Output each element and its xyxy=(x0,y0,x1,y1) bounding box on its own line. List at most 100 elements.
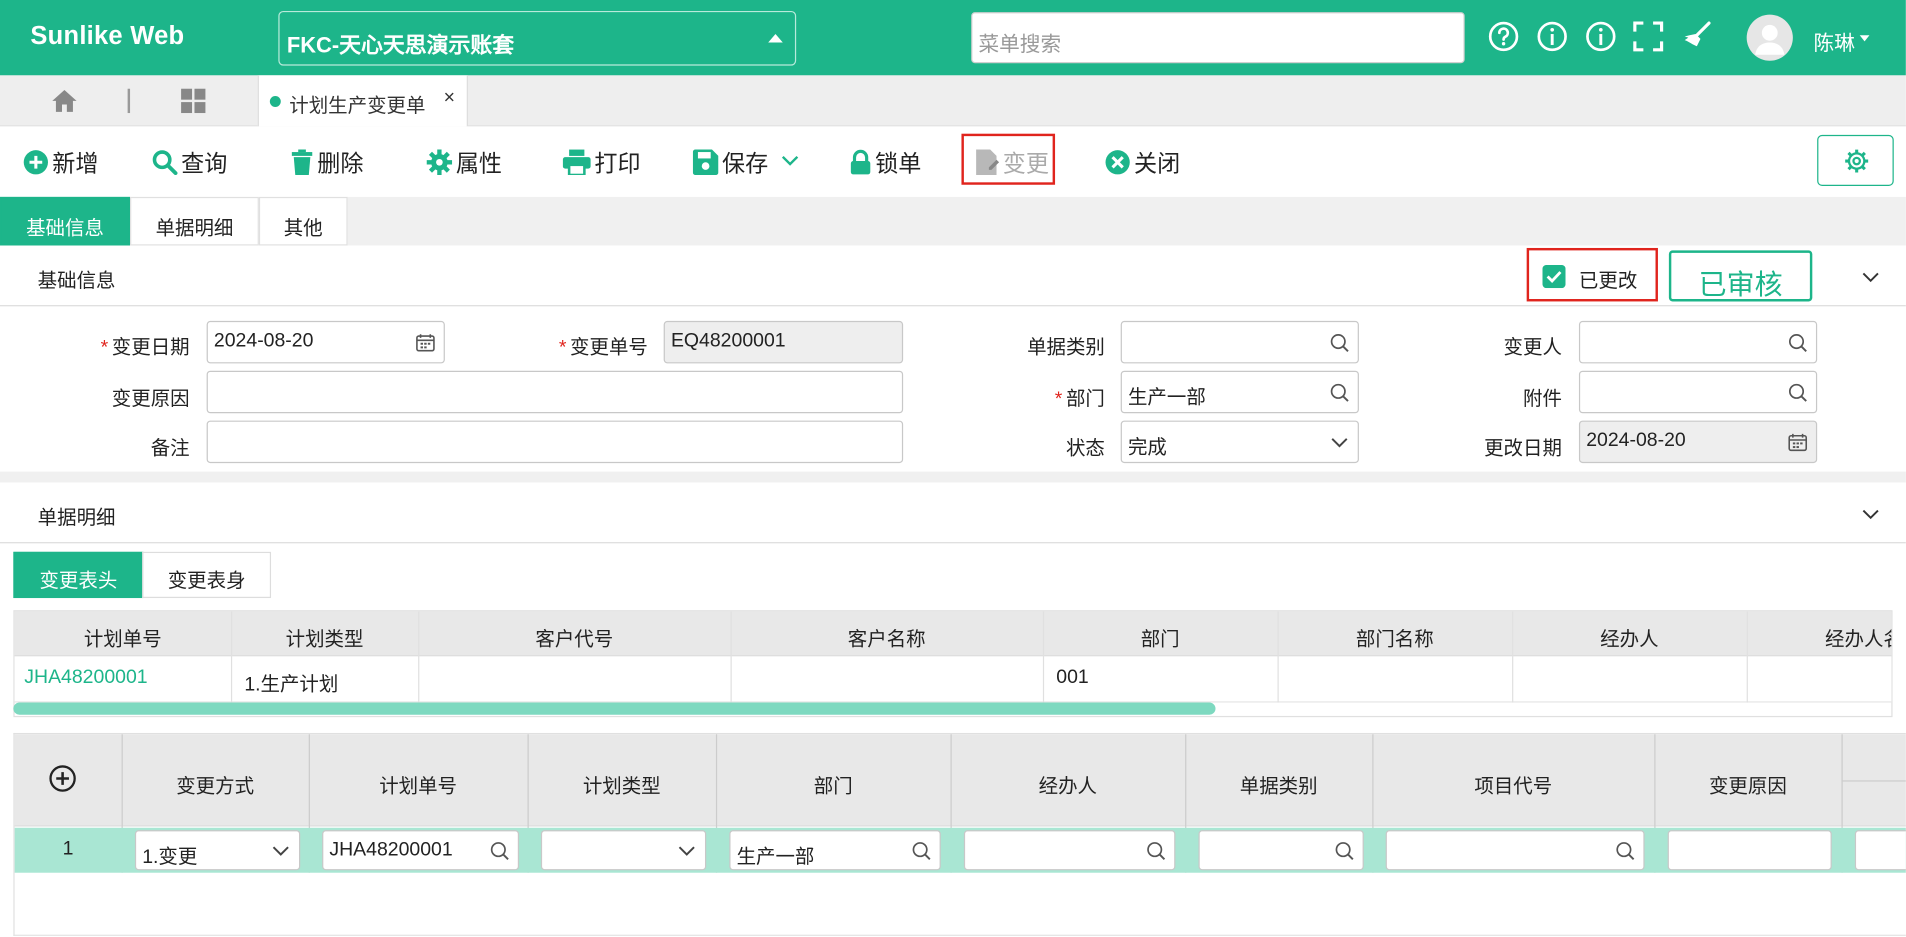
plan-type-select[interactable] xyxy=(540,830,707,871)
project-code-field[interactable] xyxy=(1385,830,1645,871)
gear-icon xyxy=(426,148,453,175)
column-header[interactable]: 计划类型 xyxy=(231,622,418,651)
column-header[interactable]: 经办人名 xyxy=(1747,622,1891,651)
properties-label: 属性 xyxy=(455,151,503,177)
new-button[interactable]: 新增 xyxy=(23,143,98,179)
search-icon xyxy=(152,149,178,175)
add-row-icon[interactable] xyxy=(49,765,77,793)
close-tab-icon[interactable]: × xyxy=(444,88,455,110)
close-button[interactable]: 关闭 xyxy=(1105,143,1180,179)
doc-type-field[interactable] xyxy=(1120,320,1359,364)
column-header[interactable]: 单据类别 xyxy=(1185,769,1372,798)
tab-change-header[interactable]: 变更表头 xyxy=(13,551,144,599)
search-icon[interactable] xyxy=(1330,383,1349,402)
tab-other[interactable]: 其他 xyxy=(258,196,348,246)
home-icon[interactable] xyxy=(51,88,78,115)
account-name: FKC-天心天思演示账套 xyxy=(286,32,515,58)
row-extra-field[interactable] xyxy=(1854,830,1906,871)
save-button[interactable]: 保存 xyxy=(692,143,769,179)
remark-label: 备注 xyxy=(150,438,190,460)
changer-field[interactable] xyxy=(1578,320,1818,364)
status-select[interactable]: 完成 xyxy=(1120,420,1359,464)
lock-label: 锁单 xyxy=(875,151,922,177)
trash-icon xyxy=(291,148,313,175)
column-header[interactable]: 计划单号 xyxy=(309,769,528,798)
settings-button[interactable] xyxy=(1817,134,1894,186)
user-name[interactable]: 陈琳 xyxy=(1814,26,1855,56)
change-method-select[interactable]: 1.变更 xyxy=(134,830,301,871)
column-header[interactable]: 项目代号 xyxy=(1372,769,1654,798)
handler-field[interactable] xyxy=(963,830,1176,871)
avatar[interactable] xyxy=(1746,14,1793,61)
caret-down-icon[interactable] xyxy=(1859,35,1870,42)
broom-icon[interactable] xyxy=(1680,19,1714,53)
chevron-down-icon[interactable] xyxy=(781,154,799,166)
lock-button[interactable]: 锁单 xyxy=(850,143,922,179)
table-row[interactable]: 1 1.变更 JHA48200001 生产一部 xyxy=(14,827,1906,873)
column-header[interactable]: 客户代号 xyxy=(418,622,730,651)
row-dept-field[interactable]: 生产一部 xyxy=(729,830,941,871)
column-divider xyxy=(230,611,233,703)
grid-icon[interactable] xyxy=(180,88,207,115)
tab-doc-detail[interactable]: 单据明细 xyxy=(130,196,259,246)
chevron-down-icon[interactable] xyxy=(1862,269,1879,286)
query-button[interactable]: 查询 xyxy=(152,143,227,179)
plan-no-field[interactable]: JHA48200001 xyxy=(322,830,520,871)
column-header[interactable]: 部门名称 xyxy=(1277,622,1512,651)
help-icon[interactable] xyxy=(1487,19,1521,53)
search-icon[interactable] xyxy=(912,841,931,861)
chevron-down-icon xyxy=(678,846,695,856)
column-divider xyxy=(1042,611,1045,703)
info-icon[interactable] xyxy=(1535,19,1569,53)
horizontal-scrollbar[interactable] xyxy=(13,702,1216,715)
remark-field[interactable] xyxy=(206,420,904,464)
column-header[interactable]: 部门 xyxy=(1043,622,1278,651)
column-header[interactable]: 变更方式 xyxy=(122,769,309,798)
status-value: 完成 xyxy=(1127,437,1167,459)
change-no-label: * 变更单号 xyxy=(558,337,648,359)
search-icon[interactable] xyxy=(1335,841,1354,861)
delete-button[interactable]: 删除 xyxy=(291,143,363,179)
menu-search-input[interactable]: 菜单搜索 xyxy=(971,12,1465,64)
modified-checkbox[interactable]: 已更改 xyxy=(1526,247,1658,302)
column-header[interactable]: 经办人 xyxy=(1512,622,1747,651)
search-icon[interactable] xyxy=(1788,383,1807,402)
plan-no-link[interactable]: JHA48200001 xyxy=(24,667,147,689)
column-header[interactable]: 计划类型 xyxy=(528,769,716,798)
row-doc-type-field[interactable] xyxy=(1198,830,1364,871)
save-label: 保存 xyxy=(722,151,769,177)
fullscreen-icon[interactable] xyxy=(1631,19,1665,53)
properties-button[interactable]: 属性 xyxy=(426,143,503,179)
column-header[interactable]: 经办人 xyxy=(951,769,1186,798)
column-header[interactable]: 客户名称 xyxy=(731,622,1043,651)
change-no-field: EQ48200001 xyxy=(663,320,904,364)
column-header[interactable]: 变更原因 xyxy=(1654,769,1841,798)
change-date-label: * 变更日期 xyxy=(100,337,190,359)
search-icon[interactable] xyxy=(1615,841,1635,861)
account-selector[interactable]: FKC-天心天思演示账套 xyxy=(278,10,797,66)
detail-header: 单据明细 xyxy=(0,482,1906,544)
info-icon[interactable] xyxy=(1584,19,1618,53)
tab-basic-info[interactable]: 基础信息 xyxy=(0,196,131,246)
attach-label: 附件 xyxy=(1523,388,1562,410)
calendar-icon[interactable] xyxy=(416,333,435,352)
search-icon[interactable] xyxy=(1788,333,1807,352)
search-icon[interactable] xyxy=(490,841,509,861)
table-row[interactable]: JHA48200001 1.生产计划 001 xyxy=(14,656,1892,703)
chevron-down-icon xyxy=(1331,438,1348,448)
print-button[interactable]: 打印 xyxy=(562,143,641,179)
attach-field[interactable] xyxy=(1578,370,1818,414)
column-header[interactable]: 计划单号 xyxy=(15,622,231,651)
reason-field[interactable] xyxy=(206,370,904,414)
search-icon[interactable] xyxy=(1330,333,1349,352)
save-icon xyxy=(692,148,719,175)
search-icon[interactable] xyxy=(1146,841,1166,861)
column-header[interactable]: 部门 xyxy=(716,769,951,798)
tab-plan-change-order[interactable]: 计划生产变更单 × xyxy=(257,75,468,127)
dept-field[interactable]: 生产一部 xyxy=(1120,370,1359,414)
chevron-down-icon[interactable] xyxy=(1862,506,1879,523)
change-date-field[interactable]: 2024-08-20 xyxy=(206,320,445,364)
tab-change-body[interactable]: 变更表身 xyxy=(142,551,272,599)
row-reason-field[interactable] xyxy=(1667,830,1832,871)
table-cell: 1.生产计划 xyxy=(244,674,339,696)
